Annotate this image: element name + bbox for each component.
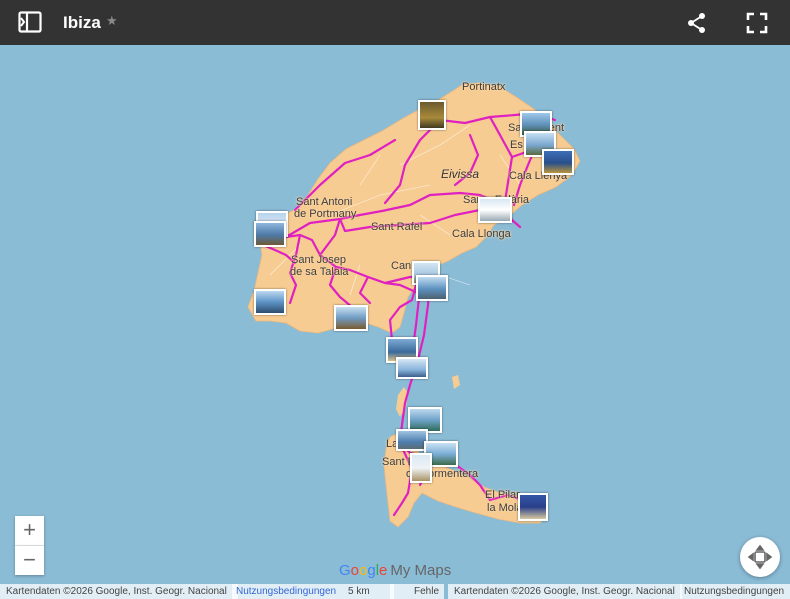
report-link[interactable]: Fehle bbox=[390, 584, 444, 599]
label-sant-antoni: Sant Antoni bbox=[296, 196, 353, 208]
top-bar: Ibiza ★ bbox=[0, 0, 790, 45]
photo-marker[interactable] bbox=[478, 197, 512, 223]
photo-marker[interactable] bbox=[410, 453, 432, 483]
map-canvas[interactable]: Portinatx Eivissa Sant Antoni de Portman… bbox=[0, 45, 790, 599]
label-sant-rafel: Sant Rafel bbox=[371, 221, 423, 233]
google-my-maps-logo: Google My Maps bbox=[339, 562, 452, 579]
map-attribution: Kartendaten ©2026 Google, Inst. Geogr. N… bbox=[0, 584, 238, 599]
photo-marker[interactable] bbox=[396, 357, 428, 379]
photo-marker[interactable] bbox=[416, 275, 448, 301]
label-de-portmany: de Portmany bbox=[294, 208, 357, 220]
fullscreen-icon[interactable] bbox=[746, 12, 768, 34]
label-es: Es bbox=[510, 139, 523, 151]
terms-link[interactable]: Nutzungsbedingungen bbox=[232, 584, 344, 599]
label-can: Can bbox=[391, 260, 412, 272]
photo-marker[interactable] bbox=[254, 289, 286, 315]
sidebar-toggle-icon[interactable] bbox=[18, 11, 42, 33]
map-attribution-2: Kartendaten ©2026 Google, Inst. Geogr. N… bbox=[448, 584, 682, 599]
photo-marker[interactable] bbox=[518, 493, 548, 521]
photo-marker[interactable] bbox=[254, 221, 286, 247]
terms-link-2[interactable]: Nutzungsbedingungen bbox=[680, 584, 790, 599]
label-cala-llonga: Cala Llonga bbox=[452, 228, 511, 240]
share-icon[interactable] bbox=[686, 12, 708, 34]
map-base bbox=[0, 45, 790, 599]
locate-icon[interactable] bbox=[740, 537, 780, 577]
photo-marker[interactable] bbox=[418, 100, 446, 130]
label-eivissa: Eivissa bbox=[441, 167, 480, 181]
label-sant-josep: Sant Josep bbox=[291, 254, 347, 266]
star-icon[interactable]: ★ bbox=[106, 13, 118, 29]
zoom-out-button[interactable]: − bbox=[15, 546, 44, 575]
map-title: Ibiza bbox=[63, 13, 101, 32]
zoom-in-button[interactable]: + bbox=[15, 516, 44, 546]
label-de-sa-talaia: de sa Talaia bbox=[290, 266, 349, 278]
photo-marker[interactable] bbox=[542, 149, 574, 175]
scale-label: 5 km bbox=[344, 584, 394, 599]
photo-marker[interactable] bbox=[334, 305, 368, 331]
label-portinatx: Portinatx bbox=[462, 81, 506, 93]
label-el-pilar: El Pilar bbox=[485, 489, 520, 501]
